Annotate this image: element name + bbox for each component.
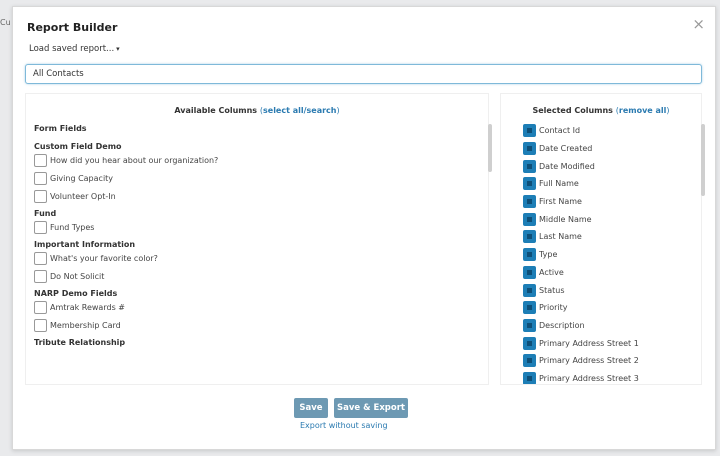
selected-column-item[interactable]: Primary Address Street 1	[523, 334, 687, 352]
selected-columns-list: Contact Id Date Created Date Modified Full …	[501, 122, 687, 384]
checkbox[interactable]	[34, 189, 47, 203]
remove-all-link[interactable]: remove all	[619, 106, 667, 115]
column-label: What's your favorite color?	[50, 253, 158, 263]
checkbox-checked[interactable]	[523, 265, 536, 279]
checkbox[interactable]	[34, 171, 47, 185]
selected-column-item[interactable]: Last Name	[523, 228, 687, 246]
checkbox-checked[interactable]	[523, 142, 536, 156]
column-label: Priority	[539, 303, 568, 313]
column-label: Description	[539, 320, 585, 330]
column-label: Type	[539, 250, 558, 260]
selected-columns-scrollbar[interactable]	[701, 124, 705, 196]
load-saved-report-dropdown[interactable]: Load saved report... ▾	[29, 44, 120, 54]
selected-column-item[interactable]: Middle Name	[523, 210, 687, 228]
available-columns-header: Available Columns (select all/search)	[174, 106, 340, 115]
column-label: Primary Address Street 1	[539, 338, 639, 348]
selected-columns-header: Selected Columns (remove all)	[532, 106, 670, 115]
group-title: Fund	[34, 209, 57, 218]
save-and-export-button[interactable]: Save & Export	[334, 398, 408, 418]
section-title-form-fields: Form Fields	[34, 124, 87, 133]
selected-columns-panel: Selected Columns (remove all) Contact Id…	[500, 93, 705, 385]
available-column-item[interactable]: Amtrak Rewards #	[34, 298, 474, 316]
checkbox[interactable]	[34, 300, 47, 314]
available-columns-scrollbar[interactable]	[488, 124, 492, 172]
checkbox[interactable]	[34, 269, 47, 283]
column-label: Last Name	[539, 232, 582, 242]
column-label: Fund Types	[50, 222, 95, 232]
group-title: Tribute Relationship	[34, 338, 126, 347]
available-column-item[interactable]: Do Not Solicit	[34, 267, 474, 285]
available-column-item[interactable]: Membership Card	[34, 316, 474, 334]
report-builder-modal: Report Builder × Load saved report... ▾ A…	[12, 6, 716, 450]
column-label: Date Created	[539, 144, 593, 154]
selected-column-item[interactable]: Primary Address Street 2	[523, 352, 687, 370]
selected-columns-title: Selected Columns	[532, 106, 613, 115]
column-label: Full Name	[539, 179, 579, 189]
checkbox-checked[interactable]	[523, 212, 536, 226]
checkbox-checked[interactable]	[523, 283, 536, 297]
selected-column-item[interactable]: Primary Address Street 3	[523, 370, 687, 384]
selected-column-item[interactable]: Status	[523, 281, 687, 299]
caret-down-icon: ▾	[116, 45, 120, 53]
checkbox-checked[interactable]	[523, 371, 536, 384]
group-title: Important Information	[34, 240, 136, 249]
selected-column-item[interactable]: Contact Id	[523, 122, 687, 140]
load-saved-report-label: Load saved report...	[29, 44, 115, 54]
selected-column-item[interactable]: Priority	[523, 299, 687, 317]
column-label: Primary Address Street 2	[539, 356, 639, 366]
close-icon[interactable]: ×	[692, 17, 705, 32]
selected-column-item[interactable]: First Name	[523, 193, 687, 211]
checkbox-checked[interactable]	[523, 177, 536, 191]
available-column-item[interactable]: Giving Capacity	[34, 169, 474, 187]
checkbox[interactable]	[34, 318, 47, 332]
selected-column-item[interactable]: Description	[523, 317, 687, 335]
column-label: Giving Capacity	[50, 173, 114, 183]
selected-column-item[interactable]: Date Created	[523, 140, 687, 158]
background-page-text: Cu	[0, 18, 11, 27]
column-label: Volunteer Opt-In	[50, 191, 116, 201]
column-label: Active	[539, 267, 564, 277]
checkbox-checked[interactable]	[523, 159, 536, 173]
checkbox-checked[interactable]	[523, 230, 536, 244]
available-column-item[interactable]: Fund Types	[34, 218, 474, 236]
column-label: How did you hear about our organization?	[50, 155, 219, 165]
available-column-item[interactable]: What's your favorite color?	[34, 249, 474, 267]
checkbox-checked[interactable]	[523, 301, 536, 315]
checkbox[interactable]	[34, 220, 47, 234]
checkbox-checked[interactable]	[523, 318, 536, 332]
column-label: Do Not Solicit	[50, 271, 105, 281]
checkbox[interactable]	[34, 153, 47, 167]
selected-column-item[interactable]: Type	[523, 246, 687, 264]
column-label: Date Modified	[539, 161, 595, 171]
save-button[interactable]: Save	[294, 398, 328, 418]
available-columns-panel: Available Columns (select all/search) Fo…	[25, 93, 492, 385]
column-label: Membership Card	[50, 320, 121, 330]
select-all-search-link[interactable]: select all/search	[263, 106, 336, 115]
column-label: First Name	[539, 197, 582, 207]
report-name-input[interactable]	[25, 64, 702, 84]
checkbox-checked[interactable]	[523, 124, 536, 138]
selected-column-item[interactable]: Full Name	[523, 175, 687, 193]
available-columns-list: Form Fields Custom Field Demo How did you …	[26, 124, 474, 384]
available-columns-title: Available Columns	[174, 106, 258, 115]
column-label: Primary Address Street 3	[539, 373, 639, 383]
group-title: NARP Demo Fields	[34, 289, 118, 298]
export-without-saving-link[interactable]: Export without saving	[300, 421, 388, 430]
column-label: Amtrak Rewards #	[50, 302, 125, 312]
available-column-item[interactable]: Volunteer Opt-In	[34, 187, 474, 205]
checkbox[interactable]	[34, 251, 47, 265]
group-title: Custom Field Demo	[34, 142, 122, 151]
column-label: Middle Name	[539, 214, 592, 224]
available-column-item[interactable]: How did you hear about our organization?	[34, 151, 474, 169]
column-label: Contact Id	[539, 126, 581, 136]
checkbox-checked[interactable]	[523, 336, 536, 350]
selected-column-item[interactable]: Active	[523, 264, 687, 282]
checkbox-checked[interactable]	[523, 195, 536, 209]
column-label: Status	[539, 285, 565, 295]
selected-column-item[interactable]: Date Modified	[523, 157, 687, 175]
checkbox-checked[interactable]	[523, 248, 536, 262]
checkbox-checked[interactable]	[523, 354, 536, 368]
modal-title: Report Builder	[27, 21, 118, 34]
